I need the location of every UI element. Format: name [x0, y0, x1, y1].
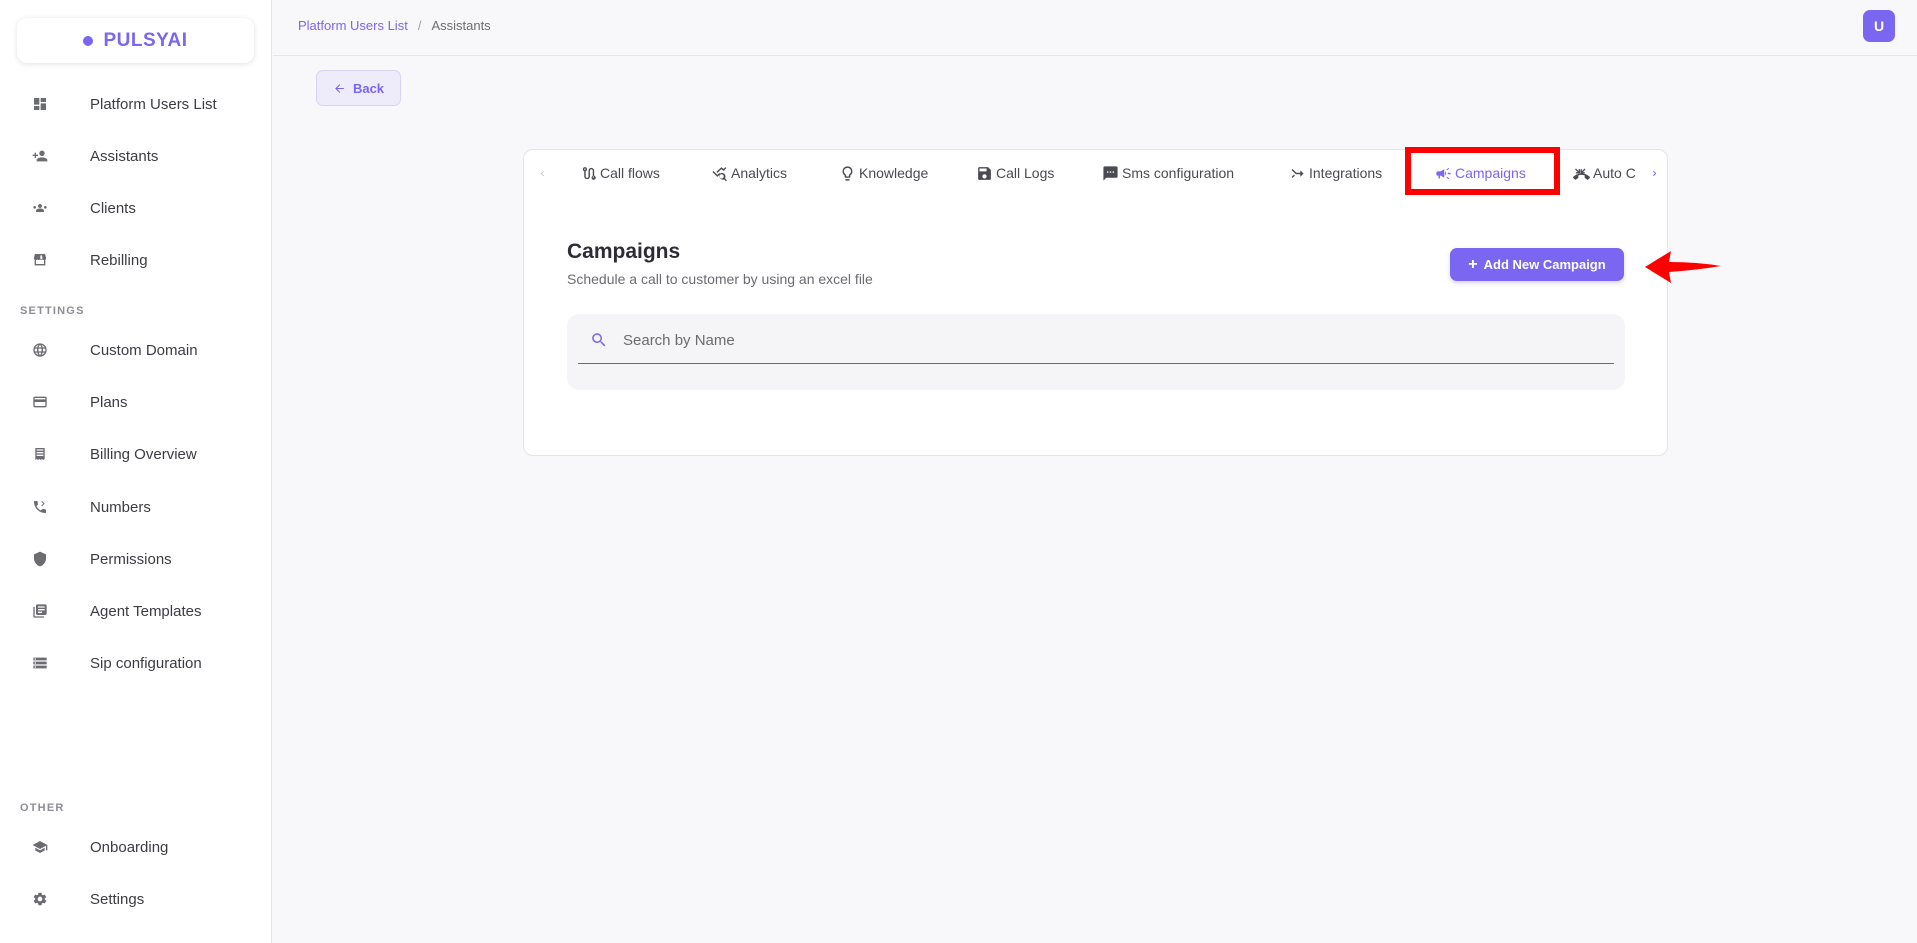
tab-call-logs[interactable]: Call Logs — [976, 162, 1054, 184]
storefront-icon — [32, 252, 48, 268]
sidebar-item-label: Permissions — [90, 550, 172, 568]
sidebar-item-custom-domain[interactable]: Custom Domain — [0, 330, 272, 370]
tab-call-flows[interactable]: Call flows — [580, 162, 660, 184]
sidebar-item-plans[interactable]: Plans — [0, 382, 272, 422]
search-input[interactable] — [623, 328, 1583, 352]
tab-scroll-right-button[interactable] — [1646, 163, 1662, 183]
tab-bar: Call flows Analytics Knowledge Call Logs… — [524, 150, 1667, 196]
tab-label: Analytics — [731, 165, 788, 181]
analytics-icon — [712, 166, 727, 181]
receipt-icon — [32, 446, 48, 462]
settings-section-label: SETTINGS — [20, 305, 85, 317]
lightbulb-icon — [842, 165, 853, 181]
tab-label: Call flows — [600, 165, 660, 181]
avatar[interactable]: U — [1863, 10, 1895, 42]
chevron-right-icon — [1652, 170, 1656, 176]
tab-label: Auto C — [1593, 165, 1636, 181]
tab-label: Call Logs — [996, 165, 1055, 181]
assistant-card: Call flows Analytics Knowledge Call Logs… — [523, 149, 1668, 456]
logo-dot-icon — [83, 35, 94, 46]
brand-logo[interactable]: PULSYAI — [17, 18, 254, 63]
breadcrumb-root-link[interactable]: Platform Users List — [298, 18, 408, 33]
tab-sms-configuration[interactable]: Sms configuration — [1102, 162, 1234, 184]
sidebar-item-label: Agent Templates — [90, 602, 202, 620]
tab-campaigns[interactable]: Campaigns — [1435, 162, 1526, 184]
sidebar-item-label: Clients — [90, 199, 136, 217]
tab-label: Campaigns — [1455, 165, 1526, 181]
page-subtitle: Schedule a call to customer by using an … — [567, 271, 873, 287]
tab-label: Knowledge — [859, 165, 929, 181]
sidebar-item-billing-overview[interactable]: Billing Overview — [0, 434, 272, 474]
back-button-label: Back — [352, 80, 385, 96]
tab-auto-call[interactable]: Auto C — [1573, 162, 1641, 184]
sidebar-item-label: Custom Domain — [90, 341, 198, 359]
brand-name: PULSYAI — [103, 29, 188, 51]
sidebar-item-settings[interactable]: Settings — [0, 879, 272, 919]
sidebar-item-label: Onboarding — [90, 838, 169, 856]
other-section-label: OTHER — [20, 802, 65, 814]
tab-integrations[interactable]: Integrations — [1289, 162, 1382, 184]
campaign-icon — [1436, 167, 1451, 179]
tab-analytics[interactable]: Analytics — [711, 162, 787, 184]
tab-scroll-left-button[interactable] — [534, 163, 550, 183]
sidebar-item-label: Billing Overview — [90, 445, 197, 463]
school-icon — [32, 839, 48, 855]
add-new-campaign-label: Add New Campaign — [1483, 257, 1606, 272]
add-new-campaign-button[interactable]: + Add New Campaign — [1450, 248, 1624, 281]
sidebar-item-rebilling[interactable]: Rebilling — [0, 240, 272, 280]
topbar: Platform Users List / Assistants U — [273, 0, 1917, 56]
sidebar-item-label: Rebilling — [90, 251, 148, 269]
sidebar-item-label: Assistants — [90, 147, 159, 165]
sidebar-item-label: Plans — [90, 393, 128, 411]
sidebar-item-sip-configuration[interactable]: Sip configuration — [0, 643, 272, 683]
sidebar-item-assistants[interactable]: Assistants — [0, 136, 272, 176]
merge-icon — [1291, 168, 1304, 178]
search-container — [567, 314, 1625, 390]
group-icon — [32, 200, 48, 216]
sidebar-item-numbers[interactable]: Numbers — [0, 487, 272, 527]
shield-icon — [32, 551, 48, 567]
tab-knowledge[interactable]: Knowledge — [839, 162, 928, 184]
storage-icon — [32, 655, 48, 671]
tab-label: Sms configuration — [1122, 165, 1235, 181]
sidebar-item-label: Sip configuration — [90, 654, 202, 672]
search-field[interactable] — [578, 316, 1614, 364]
save-icon — [978, 166, 991, 180]
phone-icon — [32, 499, 48, 515]
annotation-arrow-icon — [1645, 251, 1721, 283]
sidebar-item-agent-templates[interactable]: Agent Templates — [0, 591, 272, 631]
back-button[interactable]: Back — [316, 70, 401, 106]
auto-call-icon — [1573, 168, 1590, 180]
sidebar-item-label: Platform Users List — [90, 95, 217, 113]
sidebar-item-platform-users-list[interactable]: Platform Users List — [0, 84, 272, 124]
plus-icon: + — [1468, 255, 1478, 273]
breadcrumb-separator: / — [417, 18, 422, 33]
credit-card-icon — [32, 394, 48, 410]
sidebar-item-permissions[interactable]: Permissions — [0, 539, 272, 579]
sidebar: PULSYAI Platform Users List Assistants C… — [0, 0, 272, 943]
chevron-left-icon — [540, 170, 544, 176]
search-icon — [592, 333, 606, 347]
page-title: Campaigns — [567, 240, 681, 263]
person-add-icon — [32, 148, 48, 164]
sidebar-item-onboarding[interactable]: Onboarding — [0, 827, 272, 867]
library-icon — [32, 603, 48, 619]
breadcrumb: Platform Users List / Assistants — [298, 18, 491, 33]
sms-icon — [1103, 165, 1118, 181]
dashboard-icon — [32, 96, 48, 112]
tab-label: Integrations — [1309, 165, 1383, 181]
gear-icon — [32, 891, 48, 907]
call-flow-icon — [582, 166, 596, 180]
globe-icon — [32, 342, 48, 358]
sidebar-item-label: Numbers — [90, 498, 151, 516]
sidebar-item-label: Settings — [90, 890, 145, 908]
sidebar-item-clients[interactable]: Clients — [0, 188, 272, 228]
breadcrumb-current: Assistants — [431, 18, 491, 33]
arrow-left-icon — [335, 83, 344, 93]
